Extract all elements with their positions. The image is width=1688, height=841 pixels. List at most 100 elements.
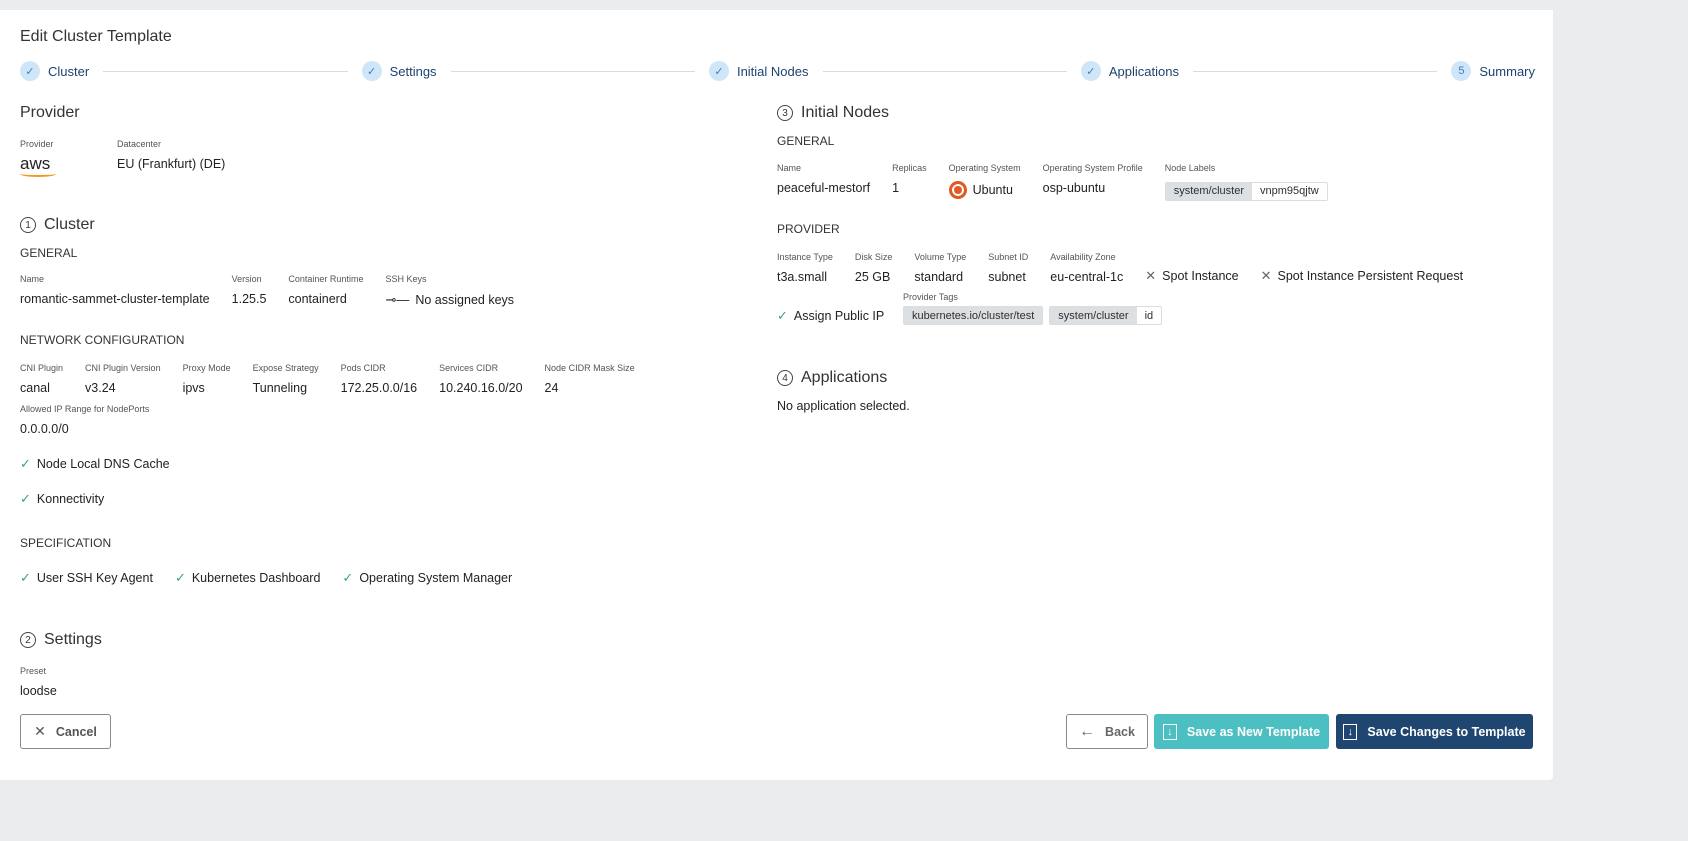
- node-local-dns-cache: ✓ Node Local DNS Cache: [20, 456, 170, 472]
- step-label: Summary: [1479, 63, 1536, 79]
- allowed-ip-field: Allowed IP Range for NodePorts 0.0.0.0/0: [20, 404, 149, 436]
- field: SSH Keys ⊸— No assigned keys: [385, 274, 514, 308]
- field-label: Services CIDR: [439, 363, 499, 373]
- step-number: 5: [1451, 61, 1472, 81]
- kubernetes-dashboard: ✓ Kubernetes Dashboard: [175, 570, 320, 586]
- aws-logo: aws: [20, 155, 56, 177]
- field: Instance Type t3a.small: [777, 252, 833, 284]
- tag-chip: kubernetes.io/cluster/test: [903, 306, 1044, 325]
- spot-instance: ✕ Spot Instance: [1145, 268, 1238, 284]
- check-label: Konnectivity: [36, 492, 105, 506]
- field-label: Version: [231, 274, 262, 284]
- section-number: 3: [777, 105, 793, 121]
- flag-label: Assign Public IP: [793, 309, 885, 323]
- x-icon: ✕: [1260, 268, 1272, 283]
- flag-label: Spot Instance Persistent Request: [1277, 269, 1464, 283]
- save-icon: ↓: [1343, 723, 1358, 740]
- check-label: Node Local DNS Cache: [36, 457, 170, 471]
- field-value: 172.25.0.0/16: [340, 381, 418, 395]
- datacenter-field: Datacenter EU (Frankfurt) (DE): [117, 139, 225, 171]
- provider-heading: Provider: [20, 104, 80, 121]
- flag-label: Spot Instance: [1162, 269, 1239, 283]
- divider: [103, 70, 348, 72]
- field: Proxy Mode ipvs: [183, 363, 231, 395]
- field-label: Container Runtime: [288, 274, 364, 284]
- save-as-new-template-button[interactable]: ↓ Save as New Template: [1154, 714, 1329, 749]
- cancel-button[interactable]: ✕ Cancel: [20, 714, 111, 749]
- step-settings[interactable]: ✓ Settings: [361, 61, 437, 81]
- ubuntu-icon: [948, 181, 967, 199]
- chip-key: kubernetes.io/cluster/test: [904, 307, 1043, 324]
- field-label: Proxy Mode: [182, 363, 231, 373]
- button-label: Save Changes to Template: [1367, 724, 1526, 739]
- field-value: eu-central-1c: [1050, 270, 1124, 284]
- field-value: 25 GB: [854, 270, 891, 284]
- field-value: No assigned keys: [415, 293, 515, 307]
- field-value: standard: [914, 270, 964, 284]
- node-label-chip: system/cluster vnpm95qjtw: [1164, 181, 1328, 201]
- field: Availability Zone eu-central-1c: [1050, 252, 1123, 284]
- step-label: Settings: [389, 63, 437, 79]
- check-icon: ✓: [708, 61, 729, 81]
- field-label: Subnet ID: [988, 252, 1029, 262]
- field-value: 24: [544, 381, 559, 395]
- step-initial-nodes[interactable]: ✓ Initial Nodes: [708, 61, 809, 81]
- field-value: ipvs: [182, 381, 205, 395]
- check-icon: ✓: [174, 570, 186, 585]
- check-icon: ✓: [342, 570, 354, 585]
- field-label: Availability Zone: [1050, 252, 1116, 262]
- field: CNI Plugin Version v3.24: [85, 363, 161, 395]
- provider-field: Provider aws: [20, 139, 56, 177]
- field: Volume Type standard: [914, 252, 966, 284]
- back-button[interactable]: ← Back: [1066, 714, 1148, 749]
- tag-list: kubernetes.io/cluster/test system/cluste…: [903, 306, 1163, 325]
- chip-value: id: [1144, 309, 1154, 322]
- field-label: Provider: [20, 139, 54, 149]
- check-icon: ✓: [20, 570, 31, 585]
- field-label: Name: [20, 274, 45, 284]
- step-applications[interactable]: ✓ Applications: [1080, 61, 1179, 81]
- field-value: 10.240.16.0/20: [439, 381, 523, 395]
- cluster-heading: 1 Cluster: [20, 216, 95, 234]
- check-icon: ✓: [20, 61, 40, 81]
- field: Container Runtime containerd: [288, 274, 363, 308]
- applications-heading: 4 Applications: [777, 369, 887, 387]
- assign-public-ip: ✓ Assign Public IP: [777, 308, 884, 324]
- field-label: Allowed IP Range for NodePorts: [20, 404, 150, 414]
- field: Operating System Ubuntu: [948, 163, 1021, 201]
- field: Pods CIDR 172.25.0.0/16: [341, 363, 417, 395]
- field-label: Volume Type: [914, 252, 967, 262]
- field-value: EU (Frankfurt) (DE): [117, 157, 226, 171]
- step-summary[interactable]: 5 Summary: [1451, 61, 1535, 81]
- field: Operating System Profile osp-ubuntu: [1043, 163, 1143, 201]
- stepper: ✓ Cluster ✓ Settings ✓ Initial Nodes ✓ Appli…: [20, 60, 1535, 82]
- step-label: Initial Nodes: [736, 63, 809, 79]
- field-label: Node CIDR Mask Size: [544, 363, 635, 373]
- operating-system-manager: ✓ Operating System Manager: [342, 570, 512, 586]
- check-icon: ✓: [1080, 61, 1101, 81]
- field: CNI Plugin canal: [20, 363, 63, 395]
- heading-text: Cluster: [44, 216, 95, 233]
- divider: [1193, 70, 1438, 72]
- field-value: peaceful-mestorf: [777, 181, 871, 195]
- divider: [450, 70, 695, 72]
- section-number: 2: [20, 632, 36, 648]
- field-value: Ubuntu: [972, 183, 1013, 197]
- field-label: Expose Strategy: [252, 363, 319, 373]
- ssh-keys-value: ⊸— No assigned keys: [385, 292, 514, 308]
- save-changes-button[interactable]: ↓ Save Changes to Template: [1336, 714, 1533, 749]
- field-value: 0.0.0.0/0: [20, 422, 69, 436]
- konnectivity: ✓ Konnectivity: [20, 491, 104, 507]
- main-card: [0, 10, 1553, 780]
- step-cluster[interactable]: ✓ Cluster: [20, 61, 89, 81]
- node-provider-fields: Instance Type t3a.small Disk Size 25 GB Vo…: [777, 252, 1463, 284]
- field: Name romantic-sammet-cluster-template: [20, 274, 210, 308]
- field-value: subnet: [988, 270, 1026, 284]
- button-label: Back: [1105, 724, 1135, 739]
- field: Replicas 1: [892, 163, 927, 201]
- page-title: Edit Cluster Template: [20, 28, 172, 45]
- field-value: Tunneling: [252, 381, 308, 395]
- heading-text: Initial Nodes: [801, 104, 890, 121]
- step-label: Cluster: [48, 63, 90, 79]
- no-applications-text: No application selected.: [777, 399, 910, 413]
